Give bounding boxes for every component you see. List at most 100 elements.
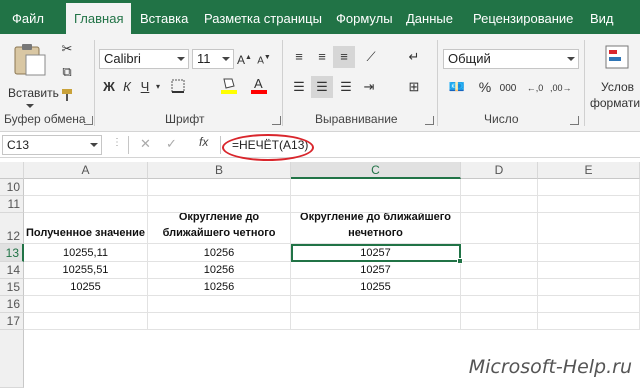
cell-b14[interactable]: 10256 xyxy=(148,262,291,279)
cell-a14[interactable]: 10255,51 xyxy=(24,262,148,279)
row-header-17[interactable]: 17 xyxy=(0,313,24,330)
tab-review[interactable]: Рецензирование xyxy=(473,0,573,34)
cell-c15[interactable]: 10255 xyxy=(291,279,461,296)
tab-data[interactable]: Данные xyxy=(406,0,453,34)
thousands-button[interactable]: 000 xyxy=(496,81,520,97)
cell-d15[interactable] xyxy=(461,279,538,296)
cell-a17[interactable] xyxy=(24,313,148,330)
borders-icon[interactable] xyxy=(170,79,186,97)
font-color-icon[interactable]: A xyxy=(250,76,268,100)
cell-c11[interactable] xyxy=(291,196,461,213)
align-middle-icon[interactable]: ≡ xyxy=(313,49,331,65)
format-painter-icon[interactable] xyxy=(59,88,75,106)
cell-c12[interactable]: Округление до ближайшего нечетного xyxy=(291,213,461,244)
align-left-icon[interactable]: ☰ xyxy=(290,79,308,95)
cell-a10[interactable] xyxy=(24,179,148,196)
select-all-corner[interactable] xyxy=(0,162,24,179)
cell-a12[interactable]: Полученное значение xyxy=(24,213,148,244)
cell-b16[interactable] xyxy=(148,296,291,313)
row-header-13[interactable]: 13 xyxy=(0,244,24,262)
row-header-14[interactable]: 14 xyxy=(0,262,24,279)
shrink-font-icon[interactable]: A▼ xyxy=(257,50,271,69)
insert-function-icon[interactable]: fx xyxy=(199,135,208,149)
cell-a16[interactable] xyxy=(24,296,148,313)
cell-c16[interactable] xyxy=(291,296,461,313)
indent-icon[interactable]: ⇥ xyxy=(360,79,378,95)
cell-e14[interactable] xyxy=(538,262,640,279)
clipboard-launcher-icon[interactable] xyxy=(84,116,93,125)
italic-button[interactable]: К xyxy=(120,79,134,95)
column-header-b[interactable]: B xyxy=(148,162,291,179)
cell-b12[interactable]: Округление до ближайшего четного xyxy=(148,213,291,244)
cell-d13[interactable] xyxy=(461,244,538,262)
increase-decimal-icon[interactable]: ←,0 xyxy=(526,80,544,96)
row-header-12[interactable]: 12 xyxy=(0,213,24,244)
font-name-select[interactable]: Calibri xyxy=(99,49,189,69)
paste-button[interactable]: Вставить xyxy=(8,42,59,108)
tab-home[interactable]: Главная xyxy=(66,3,132,34)
column-header-a[interactable]: A xyxy=(24,162,148,179)
align-bottom-icon[interactable]: ≡ xyxy=(333,46,355,68)
tab-page-layout[interactable]: Разметка страницы xyxy=(204,0,322,34)
cell-a11[interactable] xyxy=(24,196,148,213)
underline-button[interactable]: Ч xyxy=(138,79,152,95)
column-header-e[interactable]: E xyxy=(538,162,640,179)
wrap-text-icon[interactable]: ↵ xyxy=(405,49,423,65)
number-format-select[interactable]: Общий xyxy=(443,49,579,69)
cell-c10[interactable] xyxy=(291,179,461,196)
copy-icon[interactable]: ⧉ xyxy=(59,64,75,80)
cell-e13[interactable] xyxy=(538,244,640,262)
cell-e17[interactable] xyxy=(538,313,640,330)
cell-e16[interactable] xyxy=(538,296,640,313)
grow-font-icon[interactable]: A▲ xyxy=(237,50,252,68)
cell-d12[interactable] xyxy=(461,213,538,244)
fill-color-icon[interactable] xyxy=(220,76,238,100)
decrease-decimal-icon[interactable]: ,00→ xyxy=(550,80,572,96)
row-header-10[interactable]: 10 xyxy=(0,179,24,196)
column-header-d[interactable]: D xyxy=(461,162,538,179)
tab-formulas[interactable]: Формулы xyxy=(336,0,393,34)
cell-d11[interactable] xyxy=(461,196,538,213)
cell-b15[interactable]: 10256 xyxy=(148,279,291,296)
cell-c14[interactable]: 10257 xyxy=(291,262,461,279)
column-header-c[interactable]: C xyxy=(291,162,461,179)
cell-e11[interactable] xyxy=(538,196,640,213)
cell-b17[interactable] xyxy=(148,313,291,330)
align-right-icon[interactable]: ☰ xyxy=(337,79,355,95)
cell-c17[interactable] xyxy=(291,313,461,330)
align-top-icon[interactable]: ≡ xyxy=(290,49,308,65)
cut-icon[interactable]: ✂ xyxy=(59,41,75,57)
name-box[interactable]: C13 xyxy=(2,135,102,155)
cell-b11[interactable] xyxy=(148,196,291,213)
orientation-icon[interactable]: ⟋ xyxy=(362,49,380,65)
cell-a13[interactable]: 10255,11 xyxy=(24,244,148,262)
font-size-select[interactable]: 11 xyxy=(192,49,234,69)
cell-d10[interactable] xyxy=(461,179,538,196)
font-launcher-icon[interactable] xyxy=(272,116,281,125)
cell-d17[interactable] xyxy=(461,313,538,330)
tab-file[interactable]: Файл xyxy=(12,0,44,34)
alignment-launcher-icon[interactable] xyxy=(425,116,434,125)
cancel-icon[interactable]: ✕ xyxy=(140,136,151,152)
tab-insert[interactable]: Вставка xyxy=(140,0,188,34)
cell-b10[interactable] xyxy=(148,179,291,196)
percent-button[interactable]: % xyxy=(478,79,492,95)
number-launcher-icon[interactable] xyxy=(570,116,579,125)
cell-e12[interactable] xyxy=(538,213,640,244)
fill-handle[interactable] xyxy=(457,258,463,264)
align-center-icon[interactable]: ☰ xyxy=(311,76,333,98)
cell-a15[interactable]: 10255 xyxy=(24,279,148,296)
merge-icon[interactable]: ⊞ xyxy=(405,79,423,95)
row-header-15[interactable]: 15 xyxy=(0,279,24,296)
cell-d16[interactable] xyxy=(461,296,538,313)
row-header-11[interactable]: 11 xyxy=(0,196,24,213)
conditional-formatting-button[interactable]: Услов форматиро xyxy=(590,44,640,114)
row-header-16[interactable]: 16 xyxy=(0,296,24,313)
currency-icon[interactable]: 💶 xyxy=(446,79,468,95)
cell-d14[interactable] xyxy=(461,262,538,279)
cell-b13[interactable]: 10256 xyxy=(148,244,291,262)
enter-icon[interactable]: ✓ xyxy=(166,136,177,152)
tab-view[interactable]: Вид xyxy=(590,0,614,34)
chevron-down-icon[interactable]: ▾ xyxy=(154,79,162,95)
cell-e15[interactable] xyxy=(538,279,640,296)
